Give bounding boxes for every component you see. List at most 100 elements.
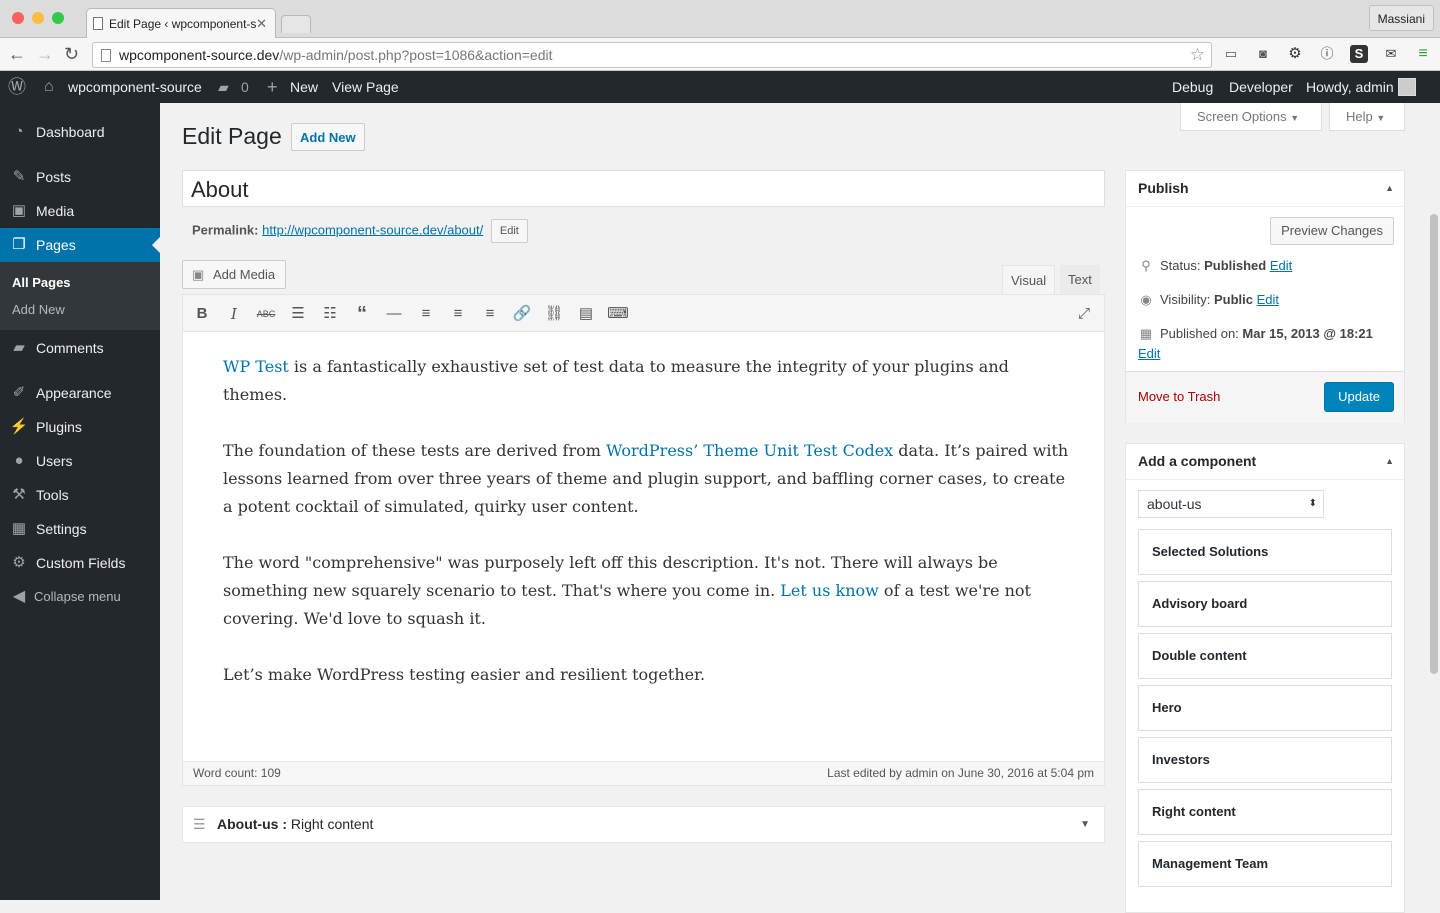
bookmark-star-icon[interactable]: ☆: [1190, 45, 1205, 65]
bold-icon[interactable]: B: [191, 304, 213, 324]
screen-options-button[interactable]: Screen Options ▼: [1180, 103, 1322, 131]
publish-header[interactable]: Publish ▲: [1126, 171, 1404, 207]
status-edit-link[interactable]: Edit: [1270, 258, 1292, 273]
sidebar-item-comments[interactable]: ▰ Comments: [0, 331, 160, 365]
collapse-arrow-icon[interactable]: ▲: [1385, 444, 1394, 479]
editor-statusbar: Word count: 109 Last edited by admin on …: [183, 761, 1104, 785]
component-metabox[interactable]: ☰ About-us : Right content ▼: [182, 806, 1105, 843]
update-button[interactable]: Update: [1324, 382, 1394, 412]
numbered-list-icon[interactable]: ☷: [319, 304, 341, 324]
unlink-icon[interactable]: ⛓: [543, 304, 565, 324]
sidebar-item-tools[interactable]: ⚒ Tools: [0, 478, 160, 512]
close-window-button[interactable]: [12, 12, 24, 24]
component-item[interactable]: Right content: [1138, 789, 1392, 835]
maximize-window-button[interactable]: [52, 12, 64, 24]
address-bar[interactable]: wpcomponent-source.dev/wp-admin/post.php…: [92, 42, 1212, 68]
extension-s-icon[interactable]: S: [1350, 45, 1368, 63]
toolbar-toggle-icon[interactable]: ⌨: [607, 304, 629, 324]
sidebar-item-posts[interactable]: ✎ Posts: [0, 160, 160, 194]
sidebar-item-settings[interactable]: ▦ Settings: [0, 512, 160, 546]
toggle-arrow-icon[interactable]: ▼: [1080, 807, 1090, 842]
camera-icon[interactable]: ◙: [1254, 45, 1272, 63]
menu-icon[interactable]: ≡: [1414, 45, 1432, 63]
strikethrough-icon[interactable]: ABC: [255, 304, 277, 324]
paragraph: The foundation of these tests are derive…: [223, 437, 1073, 521]
info-icon[interactable]: ⓘ: [1318, 45, 1336, 63]
italic-icon[interactable]: I: [223, 304, 245, 324]
sidebar-item-plugins[interactable]: ⚡ Plugins: [0, 410, 160, 444]
fullscreen-icon[interactable]: ⤢: [1073, 304, 1095, 324]
developer-link[interactable]: Developer: [1229, 71, 1293, 103]
add-media-button[interactable]: ▣ Add Media: [182, 260, 287, 289]
mail-icon[interactable]: ✉: [1382, 45, 1400, 63]
sidebar-item-custom-fields[interactable]: ⚙ Custom Fields: [0, 546, 160, 580]
link-icon[interactable]: 🔗: [511, 304, 533, 324]
new-link[interactable]: New: [290, 71, 318, 103]
sidebar-item-appearance[interactable]: ✐ Appearance: [0, 376, 160, 410]
sidebar-item-pages[interactable]: ❐ Pages: [0, 228, 160, 262]
component-item[interactable]: Selected Solutions: [1138, 529, 1392, 575]
drag-handle-icon[interactable]: ☰: [193, 807, 206, 842]
preview-changes-button[interactable]: Preview Changes: [1270, 217, 1394, 245]
sidebar-item-label: Tools: [36, 487, 69, 503]
avatar[interactable]: [1398, 78, 1416, 96]
published-on-row: ▦ Published on: Mar 15, 2013 @ 18:21: [1138, 326, 1373, 342]
add-new-button[interactable]: Add New: [291, 123, 365, 151]
submenu-add-new[interactable]: Add New: [12, 302, 65, 317]
blockquote-icon[interactable]: “: [351, 304, 373, 324]
component-item[interactable]: Double content: [1138, 633, 1392, 679]
align-left-icon[interactable]: ≡: [415, 304, 437, 324]
wordpress-logo-icon[interactable]: Ⓦ: [8, 71, 26, 103]
move-to-trash-link[interactable]: Move to Trash: [1138, 389, 1220, 404]
main-content: Screen Options ▼ Help ▼ Edit Page Add Ne…: [160, 103, 1440, 913]
read-more-icon[interactable]: ▤: [575, 304, 597, 324]
let-us-know-link[interactable]: Let us know: [780, 581, 879, 600]
comments-count[interactable]: 0: [241, 71, 249, 103]
browser-tab[interactable]: Edit Page ‹ wpcomponent-s ✕: [86, 8, 276, 38]
content-editor[interactable]: B I ABC ☰ ☷ “ — ≡ ≡ ≡ 🔗 ⛓ ▤ ⌨ ⤢ WP Test …: [182, 294, 1105, 786]
component-item[interactable]: Advisory board: [1138, 581, 1392, 627]
profile-button[interactable]: Massiani: [1368, 5, 1434, 31]
align-right-icon[interactable]: ≡: [479, 304, 501, 324]
collapse-arrow-icon[interactable]: ▲: [1385, 171, 1394, 206]
new-tab-button[interactable]: [281, 15, 311, 33]
forward-icon[interactable]: →: [36, 43, 54, 65]
wp-test-link[interactable]: WP Test: [223, 357, 289, 376]
horizontal-line-icon[interactable]: —: [383, 304, 405, 324]
sidebar-item-media[interactable]: ▣ Media: [0, 194, 160, 228]
bullet-list-icon[interactable]: ☰: [287, 304, 309, 324]
tab-close-icon[interactable]: ✕: [256, 16, 267, 32]
published-edit-link[interactable]: Edit: [1138, 346, 1160, 361]
submenu-all-pages[interactable]: All Pages: [12, 275, 71, 290]
tab-visual[interactable]: Visual: [1002, 265, 1056, 294]
reload-icon[interactable]: ↻: [64, 43, 79, 65]
site-name-link[interactable]: wpcomponent-source: [68, 71, 202, 103]
sidebar-item-dashboard[interactable]: ◔ Dashboard: [0, 115, 160, 149]
collapse-menu-button[interactable]: ◀ Collapse menu: [0, 580, 160, 614]
back-icon[interactable]: ←: [8, 43, 26, 65]
add-component-header[interactable]: Add a component ▲: [1126, 444, 1404, 480]
title-input[interactable]: About: [182, 170, 1105, 207]
theme-unit-test-link[interactable]: WordPress’ Theme Unit Test Codex: [606, 441, 893, 460]
visibility-edit-link[interactable]: Edit: [1257, 292, 1279, 307]
component-item[interactable]: Investors: [1138, 737, 1392, 783]
component-select[interactable]: about-us ⬍: [1138, 490, 1324, 518]
page-scrollbar[interactable]: [1430, 214, 1438, 674]
extension-gear-icon[interactable]: ⚙: [1286, 45, 1304, 63]
view-page-link[interactable]: View Page: [332, 71, 399, 103]
component-item[interactable]: Management Team: [1138, 841, 1392, 887]
minimize-window-button[interactable]: [32, 12, 44, 24]
tab-text[interactable]: Text: [1060, 265, 1100, 294]
debug-link[interactable]: Debug: [1172, 71, 1213, 103]
editor-body[interactable]: WP Test is a fantastically exhaustive se…: [223, 353, 1073, 717]
comments-icon[interactable]: ▰: [218, 71, 229, 103]
sidebar-item-users[interactable]: ● Users: [0, 444, 160, 478]
help-button[interactable]: Help ▼: [1329, 103, 1405, 131]
permalink-edit-button[interactable]: Edit: [490, 219, 528, 243]
component-item[interactable]: Hero: [1138, 685, 1392, 731]
howdy-link[interactable]: Howdy, admin: [1306, 71, 1394, 103]
align-center-icon[interactable]: ≡: [447, 304, 469, 324]
permalink-label: Permalink:: [192, 222, 259, 238]
cast-icon[interactable]: ▭: [1222, 45, 1240, 63]
permalink-link[interactable]: http://wpcomponent-source.dev/about/: [262, 222, 483, 237]
